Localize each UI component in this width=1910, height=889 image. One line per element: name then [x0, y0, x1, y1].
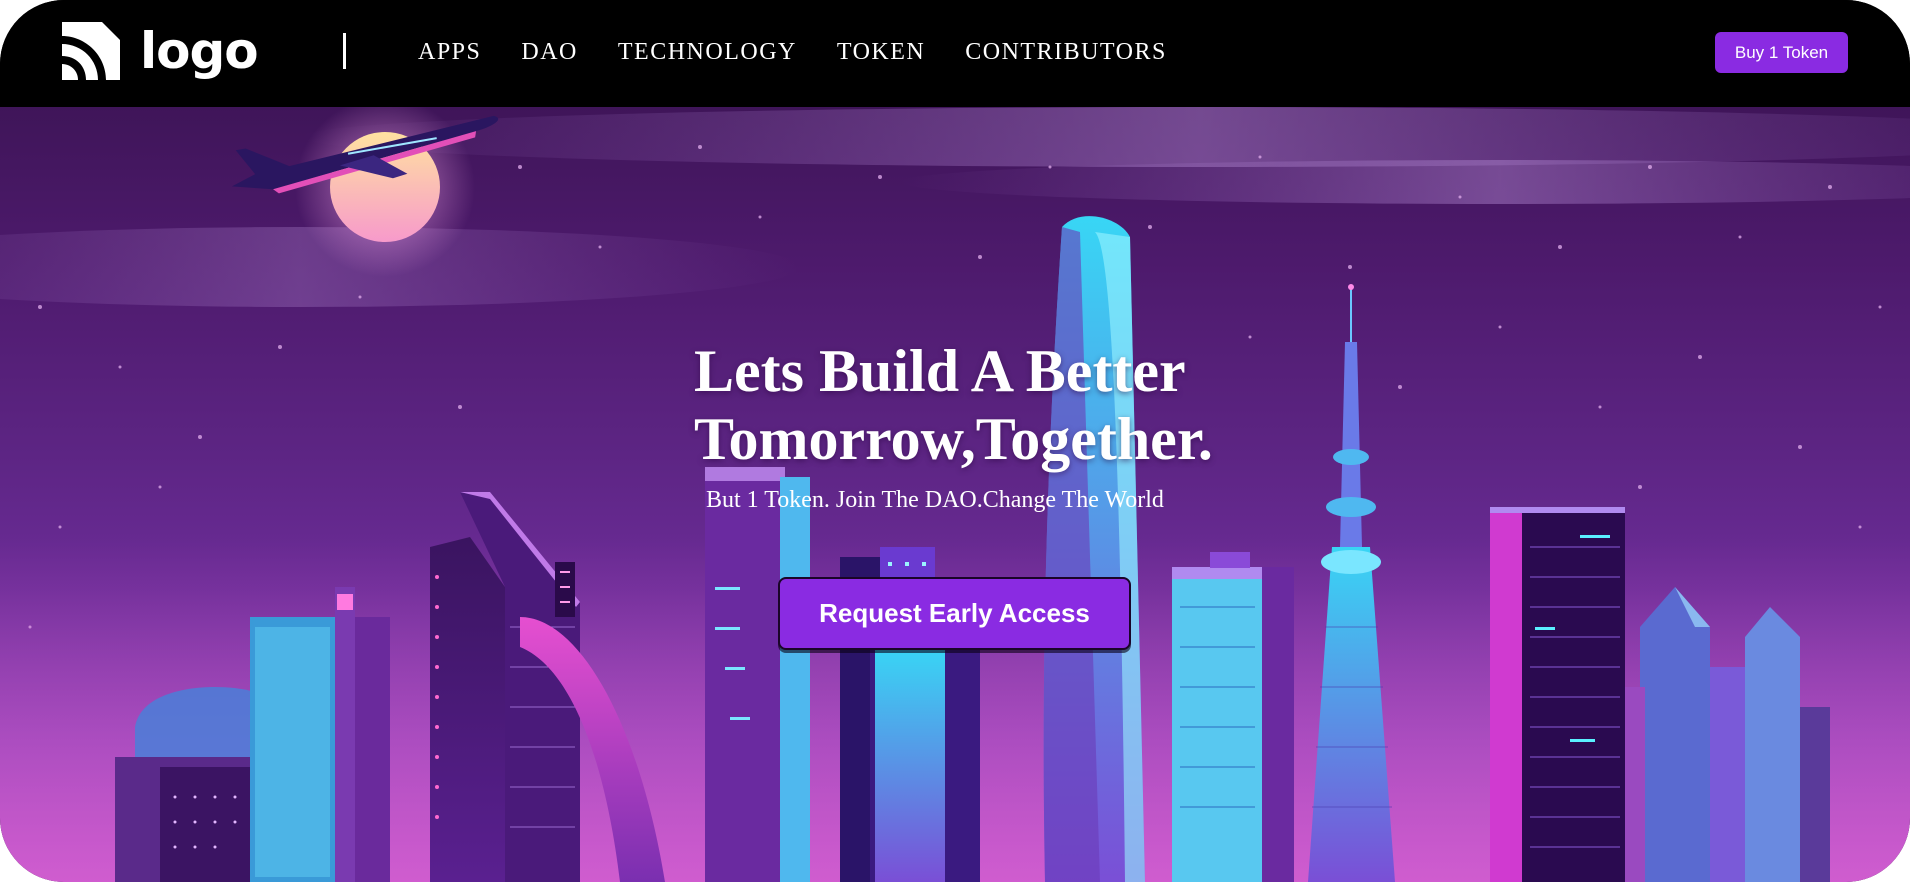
- nav-divider: [343, 33, 346, 69]
- request-early-access-button[interactable]: Request Early Access: [778, 577, 1131, 650]
- nav-link-dao[interactable]: DAO: [521, 36, 578, 68]
- hero-subtitle: But 1 Token. Join The DAO.Change The Wor…: [706, 487, 1164, 513]
- hero-title-line1: Lets Build A Better: [694, 338, 1186, 404]
- site-logo[interactable]: logo: [58, 18, 259, 84]
- hero-title: Lets Build A Better Tomorrow,Together.: [694, 337, 1294, 473]
- nav-link-contributors[interactable]: CONTRIBUTORS: [965, 36, 1167, 68]
- page-frame: logo APPS DAO TECHNOLOGY TOKEN CONTRIBUT…: [0, 0, 1910, 882]
- nav-links: APPS DAO TECHNOLOGY TOKEN CONTRIBUTORS: [418, 36, 1207, 68]
- buy-token-button[interactable]: Buy 1 Token: [1715, 32, 1848, 73]
- logo-signal-icon: [62, 22, 120, 80]
- logo-text: logo: [140, 22, 259, 80]
- nav-link-token[interactable]: TOKEN: [837, 36, 925, 68]
- hero-title-line2: Tomorrow,Together.: [694, 406, 1213, 472]
- nav-link-technology[interactable]: TECHNOLOGY: [618, 36, 797, 68]
- hero-section: Lets Build A Better Tomorrow,Together. B…: [0, 107, 1910, 882]
- top-navbar: logo APPS DAO TECHNOLOGY TOKEN CONTRIBUT…: [0, 0, 1910, 107]
- nav-link-apps[interactable]: APPS: [418, 36, 481, 68]
